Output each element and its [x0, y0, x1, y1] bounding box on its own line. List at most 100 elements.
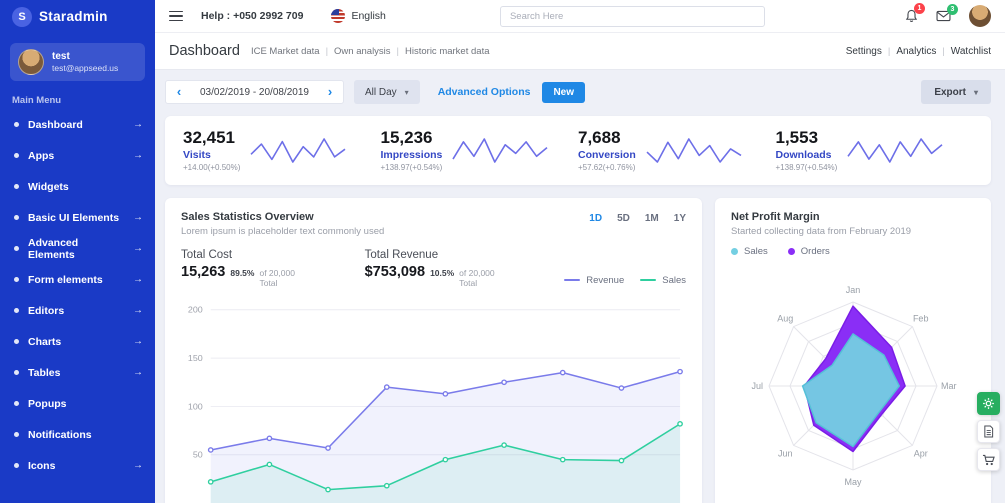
export-label: Export: [934, 86, 966, 98]
customizer-gear-button[interactable]: [977, 392, 1000, 415]
sidebar-item-notifications[interactable]: Notifications: [0, 419, 155, 450]
bullet-icon: [14, 432, 19, 437]
export-button[interactable]: Export ▾: [921, 80, 991, 104]
total-revenue-block: Total Revenue $753,098 10.5% of 20,000 T…: [365, 249, 515, 288]
sidebar-item-icons[interactable]: Icons →: [0, 450, 155, 481]
revenue-line-swatch: [564, 279, 581, 282]
sidebar-item-label: Dashboard: [28, 118, 83, 131]
chevron-down-icon: ▾: [404, 87, 409, 97]
total-cost-block: Total Cost 15,263 89.5% of 20,000 Total: [181, 249, 315, 288]
card-subtitle: Started collecting data from February 20…: [731, 225, 912, 237]
total-cost-note: of 20,000 Total: [259, 267, 295, 288]
breadcrumb: Dashboard ICE Market data | Own analysis…: [155, 33, 1005, 70]
svg-text:Jan: Jan: [846, 285, 861, 295]
watchlist-link[interactable]: Watchlist: [951, 46, 991, 57]
svg-text:Aug: Aug: [777, 313, 793, 323]
bullet-icon: [14, 122, 19, 127]
sidebar-item-basic-ui-elements[interactable]: Basic UI Elements →: [0, 202, 155, 233]
sidebar-item-widgets[interactable]: Widgets: [0, 171, 155, 202]
sidebar-item-label: Advanced Elements: [28, 236, 79, 261]
radar-chart: Jan Feb Mar Apr May Jun Jul Aug: [751, 285, 956, 487]
breadcrumb-link-ice-market-data[interactable]: ICE Market data: [251, 46, 320, 57]
tab-1d[interactable]: 1D: [589, 213, 602, 224]
sales-line-chart: 200 150 100 50: [188, 304, 683, 503]
sidebar-item-label: Apps: [28, 149, 55, 162]
document-button[interactable]: [977, 420, 1000, 443]
breadcrumb-link-historic-market-data[interactable]: Historic market data: [405, 46, 489, 57]
tab-1y[interactable]: 1Y: [674, 213, 686, 224]
chevron-left-icon[interactable]: ‹: [166, 81, 192, 103]
sidebar-item-label: Charts: [28, 335, 62, 348]
cart-button[interactable]: [977, 448, 1000, 471]
stat-label: Conversion: [578, 148, 636, 161]
sidebar-item-popups[interactable]: Popups: [0, 388, 155, 419]
impressions-sparkline-chart: [452, 138, 548, 164]
menu-toggle-icon[interactable]: [169, 10, 183, 22]
chevron-right-icon[interactable]: ›: [317, 81, 343, 103]
bullet-icon: [14, 308, 19, 313]
main-column: Help : +050 2992 709 English 1 3 Dashboa…: [155, 0, 1005, 503]
bullet-icon: [14, 246, 19, 251]
sidebar-item-tables[interactable]: Tables →: [0, 357, 155, 388]
sidebar-item-advanced-elements[interactable]: Advanced Elements →: [0, 233, 155, 264]
svg-text:Feb: Feb: [913, 313, 929, 323]
arrow-right-icon: →: [133, 243, 143, 254]
all-day-dropdown[interactable]: All Day ▾: [353, 80, 420, 104]
stat-value: 7,688: [578, 128, 621, 147]
svg-text:Apr: Apr: [914, 448, 928, 458]
toolbar: ‹ 03/02/2019 - 20/08/2019 › All Day ▾ Ad…: [165, 80, 991, 104]
sidebar-item-form-elements[interactable]: Form elements →: [0, 264, 155, 295]
new-button[interactable]: New: [542, 81, 586, 103]
svg-text:200: 200: [188, 304, 203, 314]
profile-name: test: [52, 50, 70, 62]
search-input[interactable]: [499, 5, 765, 27]
stat-impressions: 15,236 Impressions +138.97(+0.54%): [380, 128, 579, 172]
top-navbar: Help : +050 2992 709 English 1 3: [155, 0, 1005, 33]
sidebar-item-label: Editors: [28, 304, 65, 317]
net-profit-margin-card: Net Profit Margin Started collecting dat…: [715, 197, 991, 503]
language-selector[interactable]: English: [351, 10, 385, 22]
floating-buttons: [977, 392, 1000, 471]
sidebar-profile[interactable]: test test@appseed.us: [10, 43, 145, 81]
divider: |: [325, 45, 329, 57]
notifications-button[interactable]: 1: [905, 3, 925, 23]
svg-text:Jun: Jun: [778, 448, 793, 458]
sidebar-menu: Dashboard → Apps → Widgets Basic UI Elemen…: [0, 109, 155, 481]
stat-value: 32,451: [183, 128, 235, 147]
bullet-icon: [14, 277, 19, 282]
messages-button[interactable]: 3: [936, 4, 958, 22]
sidebar-item-dashboard[interactable]: Dashboard →: [0, 109, 155, 140]
brand[interactable]: S Staradmin: [0, 0, 155, 33]
sidebar-item-label: Notifications: [28, 428, 92, 441]
bullet-icon: [14, 153, 19, 158]
brand-name: Staradmin: [39, 9, 108, 24]
sidebar: S Staradmin test test@appseed.us Main Me…: [0, 0, 155, 503]
us-flag-icon[interactable]: [331, 9, 346, 23]
legend-label-sales: Sales: [744, 245, 768, 257]
profile-avatar: [18, 49, 44, 75]
svg-text:May: May: [844, 476, 862, 486]
line-chart-legend: Revenue Sales: [564, 275, 686, 286]
analytics-link[interactable]: Analytics: [896, 46, 936, 57]
advanced-options-link[interactable]: Advanced Options: [438, 86, 531, 98]
brand-logo-icon: S: [12, 6, 32, 27]
navbar-icons: 1 3: [905, 3, 991, 27]
date-range-picker[interactable]: ‹ 03/02/2019 - 20/08/2019 ›: [165, 80, 344, 104]
sales-dot-swatch: [731, 247, 738, 255]
legend-label-revenue: Revenue: [586, 274, 625, 286]
breadcrumb-right-links: Settings | Analytics | Watchlist: [846, 46, 991, 57]
tab-5d[interactable]: 5D: [617, 213, 630, 224]
svg-text:150: 150: [188, 353, 203, 363]
breadcrumb-link-own-analysis[interactable]: Own analysis: [334, 46, 391, 57]
settings-link[interactable]: Settings: [846, 46, 882, 57]
app-root: S Staradmin test test@appseed.us Main Me…: [0, 0, 1005, 503]
sidebar-item-apps[interactable]: Apps →: [0, 140, 155, 171]
user-avatar[interactable]: [969, 5, 991, 27]
stat-value: 15,236: [380, 128, 433, 147]
sidebar-item-editors[interactable]: Editors →: [0, 295, 155, 326]
arrow-right-icon: →: [133, 274, 143, 285]
tab-1m[interactable]: 1M: [645, 213, 659, 224]
page-title: Dashboard: [169, 43, 240, 59]
message-badge: 3: [947, 4, 958, 15]
sidebar-item-charts[interactable]: Charts →: [0, 326, 155, 357]
